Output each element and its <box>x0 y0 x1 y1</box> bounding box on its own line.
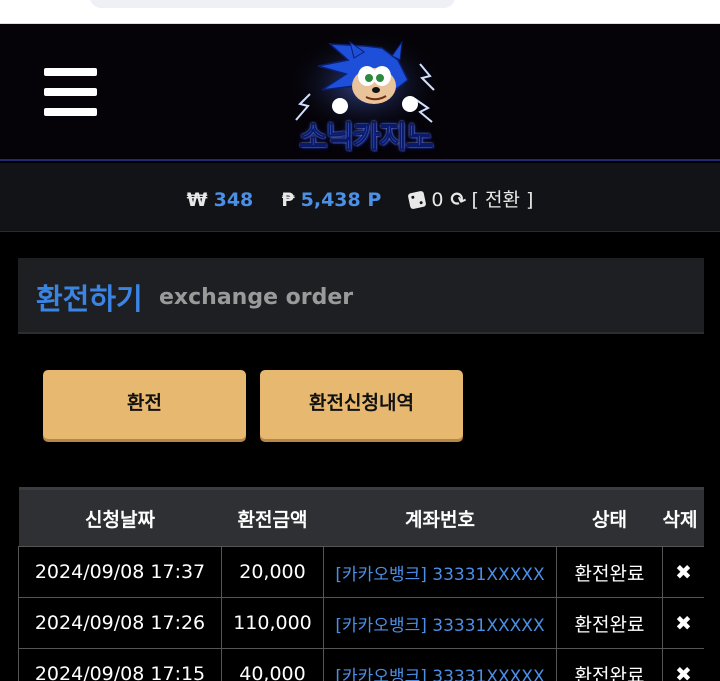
header-account: 계좌번호 <box>405 508 475 531</box>
row-amount: 20,000 <box>221 546 324 598</box>
row-amount: 110,000 <box>221 597 324 649</box>
row-date: 2024/09/08 17:26 <box>18 597 222 649</box>
dice-count: 0 <box>431 189 444 211</box>
exchange-button[interactable]: 환전 <box>43 370 246 439</box>
header-delete: 삭제 <box>662 508 698 531</box>
logo-text: 소닉카지노 <box>299 120 434 156</box>
exchange-table: 신청날짜 환전금액 계좌번호 상태 삭제 2024/09/08 17:37 20… <box>18 487 704 681</box>
browser-bar <box>0 0 720 24</box>
won-icon: ₩ <box>186 189 208 211</box>
table-row: 2024/09/08 17:26 110,000 [카카오뱅크] 33331XX… <box>18 597 704 649</box>
convert-link[interactable]: [ 전환 ] <box>472 189 534 211</box>
row-account: [카카오뱅크] 33331XXXXX <box>323 546 557 598</box>
table-row: 2024/09/08 17:15 40,000 [카카오뱅크] 33331XXX… <box>18 648 704 681</box>
row-account: [카카오뱅크] 33331XXXXX <box>323 597 557 649</box>
delete-icon[interactable]: ✖ <box>662 648 704 681</box>
header-date: 신청날짜 <box>85 508 155 531</box>
row-status: 환전완료 <box>556 597 663 649</box>
exchange-history-button[interactable]: 환전신청내역 <box>260 370 463 439</box>
row-status: 환전완료 <box>556 546 663 598</box>
row-status: 환전완료 <box>556 648 663 681</box>
menu-icon[interactable] <box>44 68 97 116</box>
page-title: 환전하기 <box>36 282 143 316</box>
balance-row: ₩ 348 ₱ 5,438 P 0 ⟳ [ 전환 ] <box>0 185 720 213</box>
header-amount: 환전금액 <box>237 508 308 531</box>
point-icon: ₱ <box>281 189 295 211</box>
browser-address-pill[interactable] <box>90 0 455 8</box>
row-account: [카카오뱅크] 33331XXXXX <box>323 648 557 681</box>
row-amount: 40,000 <box>221 648 324 681</box>
table-row: 2024/09/08 17:37 20,000 [카카오뱅크] 33331XXX… <box>18 546 704 598</box>
table-header-row: 신청날짜 환전금액 계좌번호 상태 삭제 <box>18 488 704 547</box>
point-balance: 5,438 P <box>300 189 382 211</box>
site-logo[interactable]: 소닉카지노 <box>270 24 460 159</box>
header-status: 상태 <box>592 508 627 531</box>
section-title-panel: 환전하기 exchange order <box>18 258 704 334</box>
page-subtitle: exchange order <box>159 285 354 310</box>
dice-icon <box>407 190 427 210</box>
delete-icon[interactable]: ✖ <box>662 546 704 598</box>
balance-bar: ₩ 348 ₱ 5,438 P 0 ⟳ [ 전환 ] <box>0 163 720 232</box>
delete-icon[interactable]: ✖ <box>662 597 704 649</box>
row-date: 2024/09/08 17:37 <box>18 546 222 598</box>
row-date: 2024/09/08 17:15 <box>18 648 222 681</box>
won-balance: 348 <box>213 189 254 211</box>
site-header: 소닉카지노 <box>0 24 720 161</box>
refresh-icon[interactable]: ⟳ <box>446 187 468 213</box>
